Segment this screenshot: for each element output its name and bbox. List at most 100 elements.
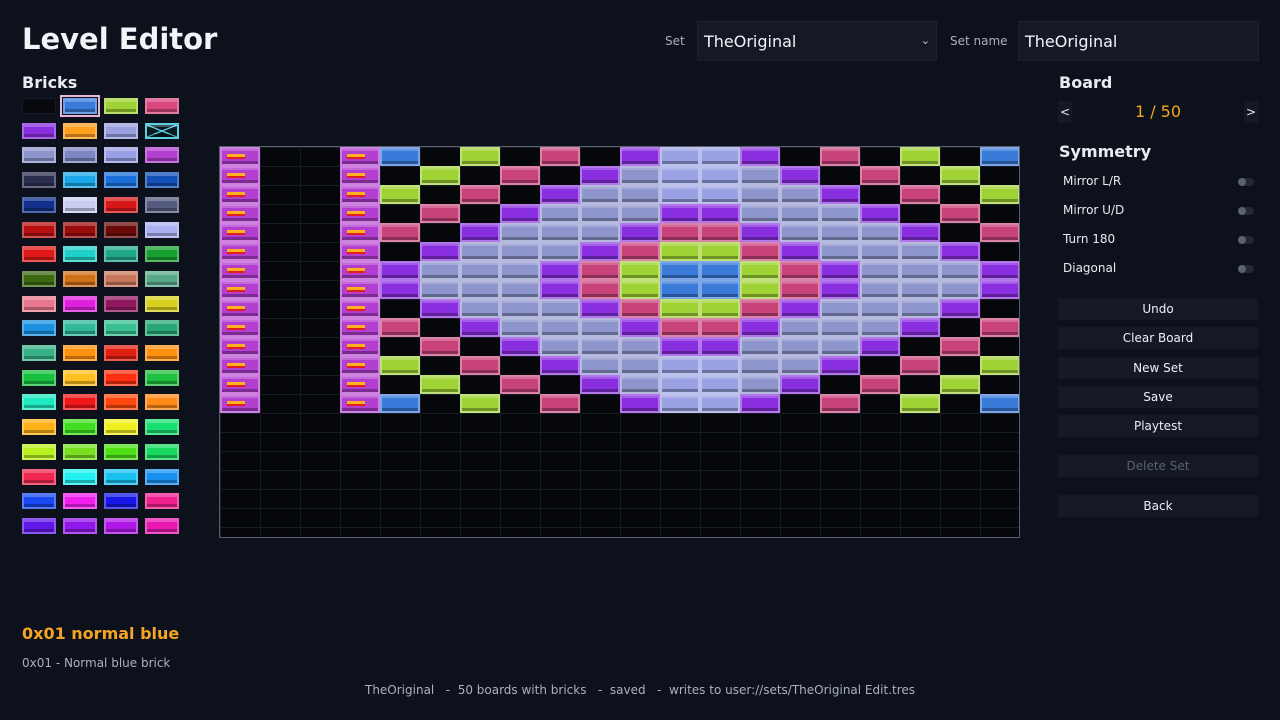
palette-brick[interactable] [104,246,138,263]
palette-brick[interactable] [145,320,179,337]
palette-brick[interactable] [22,147,56,164]
palette-brick[interactable] [145,172,179,189]
palette-brick[interactable] [145,221,179,238]
palette-brick[interactable] [145,196,179,213]
palette-brick[interactable] [63,394,97,411]
board-brick [660,394,700,413]
palette-brick[interactable] [63,147,97,164]
palette-brick[interactable] [22,295,56,312]
palette-brick[interactable] [145,419,179,436]
palette-brick[interactable] [63,196,97,213]
palette-brick[interactable] [145,246,179,263]
symmetry-turn-180[interactable]: Turn 180 [1058,228,1258,252]
palette-brick[interactable] [104,369,138,386]
palette-brick[interactable] [104,221,138,238]
palette-brick[interactable] [104,394,138,411]
palette-brick[interactable] [145,394,179,411]
palette-brick[interactable] [22,369,56,386]
board-brick [740,261,780,280]
palette-brick[interactable] [22,98,56,114]
palette-brick[interactable] [22,345,56,361]
palette-brick[interactable] [63,419,97,436]
toggle-switch[interactable] [1238,178,1254,186]
palette-brick[interactable] [145,98,179,114]
board-brick [340,261,380,280]
palette-brick[interactable] [63,246,97,263]
palette-brick[interactable] [104,295,138,312]
palette-brick[interactable] [145,270,179,287]
symmetry-mirror-lr[interactable]: Mirror L/R [1058,170,1258,194]
palette-brick[interactable] [104,122,138,139]
palette-brick[interactable] [63,493,97,510]
symmetry-diagonal[interactable]: Diagonal [1058,257,1258,281]
palette-brick[interactable] [104,419,138,436]
palette-brick[interactable] [104,172,138,189]
palette-brick[interactable] [22,122,56,139]
palette-brick[interactable] [63,345,97,361]
palette-brick[interactable] [63,369,97,386]
palette-brick[interactable] [22,196,56,213]
palette-brick[interactable] [104,270,138,287]
palette-brick[interactable] [104,320,138,337]
palette-brick[interactable] [145,369,179,386]
palette-brick[interactable] [145,122,179,139]
palette-brick[interactable] [104,468,138,485]
palette-brick[interactable] [22,443,56,460]
palette-brick[interactable] [22,493,56,510]
save-button[interactable]: Save [1058,386,1258,408]
palette-brick[interactable] [63,172,97,189]
set-dropdown[interactable]: TheOriginal ⌄ [697,21,937,61]
palette-brick[interactable] [145,517,179,534]
symmetry-mirror-ud[interactable]: Mirror U/D [1058,199,1258,223]
palette-brick[interactable] [22,517,56,534]
palette-brick[interactable] [145,493,179,510]
board-brick [860,242,900,261]
palette-brick[interactable] [104,443,138,460]
palette-brick[interactable] [145,295,179,312]
palette-brick[interactable] [22,320,56,337]
palette-brick[interactable] [104,517,138,534]
palette-brick[interactable] [22,246,56,263]
back-button[interactable]: Back [1058,495,1258,517]
board-brick [900,299,940,318]
palette-brick[interactable] [63,320,97,337]
set-name-field[interactable]: TheOriginal [1018,21,1259,61]
toggle-switch[interactable] [1238,207,1254,215]
palette-brick[interactable] [22,172,56,189]
brick-palette [22,95,182,540]
palette-brick[interactable] [63,517,97,534]
level-board[interactable] [219,146,1020,538]
next-board-button[interactable]: > [1244,101,1258,123]
palette-brick[interactable] [63,468,97,485]
palette-brick[interactable] [104,196,138,213]
palette-brick[interactable] [145,345,179,361]
new-set-button[interactable]: New Set [1058,357,1258,379]
board-brick [500,299,540,318]
palette-brick[interactable] [63,270,97,287]
palette-brick[interactable] [145,443,179,460]
toggle-switch[interactable] [1238,265,1254,273]
palette-brick[interactable] [60,95,100,117]
palette-brick[interactable] [22,468,56,485]
prev-board-button[interactable]: < [1058,101,1072,123]
palette-brick[interactable] [104,147,138,164]
palette-brick[interactable] [63,221,97,238]
undo-button[interactable]: Undo [1058,298,1258,320]
board-brick [820,299,860,318]
palette-brick[interactable] [22,419,56,436]
palette-brick[interactable] [145,468,179,485]
toggle-switch[interactable] [1238,236,1254,244]
palette-brick[interactable] [22,221,56,238]
palette-brick[interactable] [63,443,97,460]
clear-board-button[interactable]: Clear Board [1058,327,1258,349]
playtest-button[interactable]: Playtest [1058,415,1258,437]
delete-set-button[interactable]: Delete Set [1058,455,1258,477]
palette-brick[interactable] [63,122,97,139]
palette-brick[interactable] [104,345,138,361]
palette-brick[interactable] [63,295,97,312]
palette-brick[interactable] [22,270,56,287]
palette-brick[interactable] [104,98,138,114]
palette-brick[interactable] [104,493,138,510]
palette-brick[interactable] [145,147,179,164]
palette-brick[interactable] [22,394,56,411]
